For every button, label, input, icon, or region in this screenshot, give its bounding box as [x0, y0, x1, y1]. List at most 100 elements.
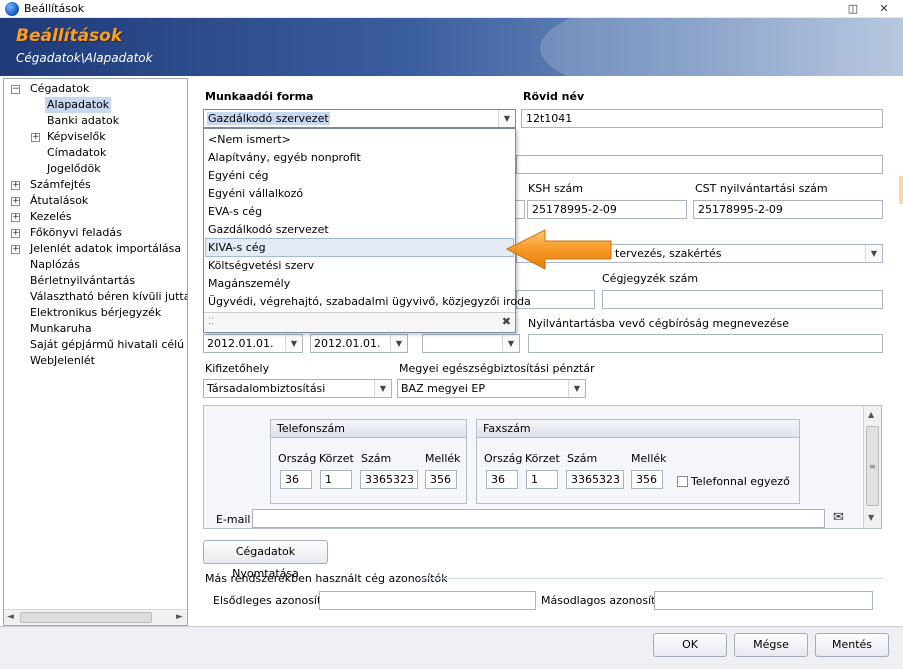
munkaadoi-forma-select[interactable]: Gazdálkodó szervezet ▼ [203, 109, 516, 128]
fax-group: Faxszám Ország Körzet Szám Mellék 36 1 3… [476, 419, 800, 504]
ok-button[interactable]: OK [653, 633, 727, 657]
dropdown-option-highlighted[interactable]: KIVA-s cég [205, 238, 514, 257]
tree-item-label: Választható béren kívüli juttatás [30, 290, 187, 303]
orszag-label: Ország [484, 452, 523, 465]
dropdown-option[interactable]: Egyéni vállalkozó [206, 185, 513, 202]
tree-item-label: Számfejtés [30, 178, 91, 191]
date-value: 2012.01.01. [207, 337, 274, 350]
dropdown-option[interactable]: Alapítvány, egyéb nonprofit [206, 149, 513, 166]
mellek-label: Mellék [631, 452, 667, 465]
header-banner: Beállítások Cégadatok\Alapadatok [0, 18, 903, 76]
date-value: 2012.01.01. [314, 337, 381, 350]
scroll-down-icon[interactable]: ▼ [868, 513, 874, 522]
telefon-szam-input[interactable]: 3365323 [360, 470, 418, 489]
page-title: Beállítások [16, 26, 123, 46]
ceg-nev-input[interactable] [516, 155, 883, 174]
print-company-data-button[interactable]: Cégadatok Nyomtatása [203, 540, 328, 580]
chevron-down-icon[interactable]: ▼ [285, 335, 302, 352]
section-divider [418, 578, 883, 579]
scrollbar-thumb[interactable] [20, 612, 152, 623]
tree-horizontal-scrollbar[interactable]: ◄ ► [4, 609, 187, 625]
szam-label: Szám [361, 452, 392, 465]
dialog-footer: OK Mégse Mentés [0, 626, 903, 669]
korzet-label: Körzet [319, 452, 354, 465]
telefon-mellek-input[interactable]: 356 [425, 470, 457, 489]
tree-item-label: Főkönyvi feladás [30, 226, 122, 239]
expand-icon[interactable]: + [31, 133, 40, 142]
save-button[interactable]: Mentés [815, 633, 889, 657]
fax-mellek-input[interactable]: 356 [631, 470, 663, 489]
kifizetohely-select[interactable]: Társadalombiztosítási ▼ [203, 379, 392, 398]
cst-input[interactable]: 25178995-2-09 [693, 200, 883, 219]
secondary-id-input[interactable] [654, 591, 873, 610]
expand-icon[interactable]: + [11, 245, 20, 254]
cegbirosag-input[interactable] [528, 334, 883, 353]
penztar-select[interactable]: BAZ megyei EP ▼ [397, 379, 586, 398]
fax-szam-input[interactable]: 3365323 [566, 470, 624, 489]
chevron-down-icon[interactable]: ▼ [390, 335, 407, 352]
primary-id-label: Elsődleges azonosító [213, 594, 329, 607]
tree-item-label: Munkaruha [30, 322, 92, 335]
mellek-label: Mellék [425, 452, 461, 465]
chevron-down-icon[interactable]: ▼ [502, 335, 519, 352]
dropdown-footer: ⁚⁚ ✖ [204, 312, 515, 332]
pointer-arrow-icon [505, 229, 612, 270]
szam-label: Szám [567, 452, 598, 465]
munkaadoi-forma-dropdown[interactable]: <Nem ismert> Alapítvány, egyéb nonprofit… [203, 128, 531, 333]
clear-icon[interactable]: ✖ [502, 315, 511, 328]
expand-icon[interactable]: + [11, 213, 20, 222]
ksh-input[interactable]: 25178995-2-09 [527, 200, 687, 219]
select-value: tervezés, szakértés [615, 247, 722, 260]
ksh-label: KSH szám [528, 182, 583, 195]
dropdown-option[interactable]: Költségvetési szerv [206, 257, 513, 274]
expand-icon[interactable]: + [11, 181, 20, 190]
telefon-group: Telefonszám Ország Körzet Szám Mellék 36… [270, 419, 467, 504]
breadcrumb: Cégadatok\Alapadatok [16, 51, 153, 65]
tree-item-label: Elektronikus bérjegyzék [30, 306, 162, 319]
dropdown-option[interactable]: EVA-s cég [206, 203, 513, 220]
chevron-down-icon[interactable]: ▼ [374, 380, 391, 397]
send-email-icon[interactable]: ✉ [828, 509, 849, 528]
email-input[interactable] [252, 509, 825, 528]
chevron-down-icon[interactable]: ▼ [568, 380, 585, 397]
scroll-left-icon[interactable]: ◄ [7, 612, 14, 622]
primary-id-input[interactable] [319, 591, 536, 610]
fax-orszag-input[interactable]: 36 [486, 470, 518, 489]
date-from-picker[interactable]: 2012.01.01. ▼ [203, 334, 303, 353]
tree-item-label: Saját gépjármű hivatali célú hasz [30, 338, 187, 351]
scrollbar-thumb[interactable]: ≡ [866, 426, 879, 506]
settings-tree[interactable]: − Cégadatok Alapadatok Banki adatok + Ké… [3, 78, 188, 626]
dropdown-option[interactable]: Magánszemély [206, 275, 513, 292]
dropdown-option[interactable]: Egyéni cég [206, 167, 513, 184]
select-value: Gazdálkodó szervezet [207, 112, 330, 125]
cancel-button[interactable]: Mégse [734, 633, 808, 657]
extra-select[interactable]: ▼ [422, 334, 520, 353]
telefonnal-egyezo-checkbox[interactable] [677, 476, 688, 487]
scroll-up-icon[interactable]: ▲ [868, 410, 874, 419]
telefon-korzet-input[interactable]: 1 [320, 470, 352, 489]
contact-panel: Telefonszám Ország Körzet Szám Mellék 36… [203, 405, 882, 529]
chevron-down-icon[interactable]: ▼ [498, 110, 515, 127]
restore-icon[interactable]: ◫ [843, 1, 863, 16]
date-to-picker[interactable]: 2012.01.01. ▼ [310, 334, 408, 353]
expand-icon[interactable]: + [11, 229, 20, 238]
contact-vertical-scrollbar[interactable]: ▲ ≡ ▼ [863, 406, 881, 528]
tree-item-label: Címadatok [47, 146, 107, 159]
dropdown-option[interactable]: Gazdálkodó szervezet [206, 221, 513, 238]
chevron-down-icon[interactable]: ▼ [865, 245, 882, 262]
cegjegyzek-input[interactable] [602, 290, 883, 309]
select-value: BAZ megyei EP [401, 382, 485, 395]
close-icon[interactable]: ✕ [874, 1, 894, 16]
cegjegyzek-label: Cégjegyzék szám [602, 272, 699, 285]
fax-korzet-input[interactable]: 1 [526, 470, 558, 489]
expand-icon[interactable]: + [11, 197, 20, 206]
collapse-icon[interactable]: − [11, 85, 20, 94]
dropdown-option[interactable]: <Nem ismert> [206, 131, 513, 148]
scroll-right-icon[interactable]: ► [176, 612, 183, 622]
dropdown-option[interactable]: Ügyvédi, végrehajtó, szabadalmi ügyvivő,… [206, 293, 531, 310]
resize-grip-icon[interactable]: ⁚⁚ [208, 317, 214, 327]
tree-item-label: Bérletnyilvántartás [30, 274, 136, 287]
telefon-orszag-input[interactable]: 36 [280, 470, 312, 489]
rovid-nev-input[interactable]: 12t1041 [521, 109, 883, 128]
adoszam-input-edge[interactable] [516, 200, 525, 219]
